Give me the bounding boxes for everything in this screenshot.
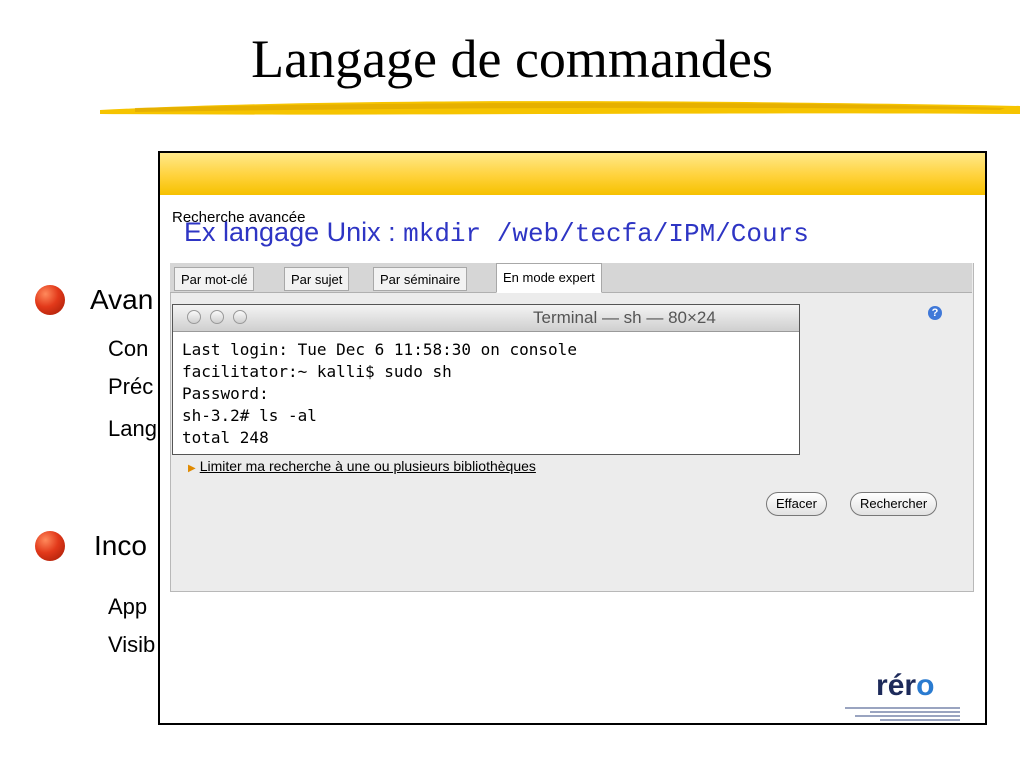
bullet-text: Inco bbox=[94, 530, 147, 561]
limit-libraries-link[interactable]: ▶ Limiter ma recherche à une ou plusieurs… bbox=[188, 458, 536, 474]
disclosure-triangle-icon: ▶ bbox=[188, 463, 196, 474]
tab-subject[interactable]: Par sujet bbox=[284, 267, 350, 291]
terminal-line: Password: bbox=[182, 384, 269, 403]
terminal-title-bar[interactable]: Terminal — sh — 80×24 bbox=[173, 305, 799, 332]
minimize-icon[interactable] bbox=[210, 310, 224, 324]
bullet-text: Avan bbox=[90, 284, 154, 315]
terminal-line: facilitator:~ kalli$ sudo sh bbox=[182, 362, 452, 381]
sub-bullet-text: Préc bbox=[108, 374, 154, 399]
logo-tagline-lines bbox=[840, 705, 960, 723]
close-icon[interactable] bbox=[187, 310, 201, 324]
tab-seminar[interactable]: Par séminaire bbox=[373, 267, 468, 291]
question-icon[interactable]: ? bbox=[928, 306, 942, 320]
bullet-dot bbox=[35, 531, 65, 561]
search-window: Recherche avancée Par mot-clé Par sujet … bbox=[158, 151, 987, 725]
limit-libraries-text[interactable]: Limiter ma recherche à une ou plusieurs … bbox=[200, 458, 536, 474]
sub-bullet-text: Visib bbox=[108, 632, 156, 657]
sub-bullet-text: Con bbox=[108, 336, 149, 361]
unix-example-overlay: Ex langage Unix : mkdir /web/tecfa/IPM/C… bbox=[184, 217, 809, 249]
terminal-window[interactable]: Terminal — sh — 80×24 Last login: Tue De… bbox=[172, 304, 800, 455]
title-underline bbox=[100, 101, 1020, 115]
search-button[interactable]: Rechercher bbox=[850, 492, 938, 516]
tab-expert-mode[interactable]: En mode expert bbox=[496, 263, 602, 293]
sub-bullet-text: Lang bbox=[108, 416, 157, 441]
terminal-line: sh-3.2# ls -al bbox=[182, 406, 317, 425]
sub-bullet-text: App bbox=[108, 594, 148, 619]
terminal-title: Terminal — sh — 80×24 bbox=[533, 308, 716, 327]
clear-button[interactable]: Effacer bbox=[766, 492, 827, 516]
tab-keyword[interactable]: Par mot-clé bbox=[174, 267, 255, 291]
unix-example-prefix: Ex langage Unix : bbox=[184, 217, 404, 247]
terminal-line: total 248 bbox=[182, 428, 269, 447]
rero-logo: réro bbox=[876, 669, 935, 702]
terminal-line: Last login: Tue Dec 6 11:58:30 on consol… bbox=[182, 340, 577, 359]
zoom-icon[interactable] bbox=[233, 310, 247, 324]
unix-example-command: mkdir /web/tecfa/IPM/Cours bbox=[403, 219, 809, 249]
bullet-dot bbox=[35, 285, 65, 315]
slide-title: Langage de commandes bbox=[251, 29, 773, 89]
window-header-bar bbox=[160, 153, 985, 195]
